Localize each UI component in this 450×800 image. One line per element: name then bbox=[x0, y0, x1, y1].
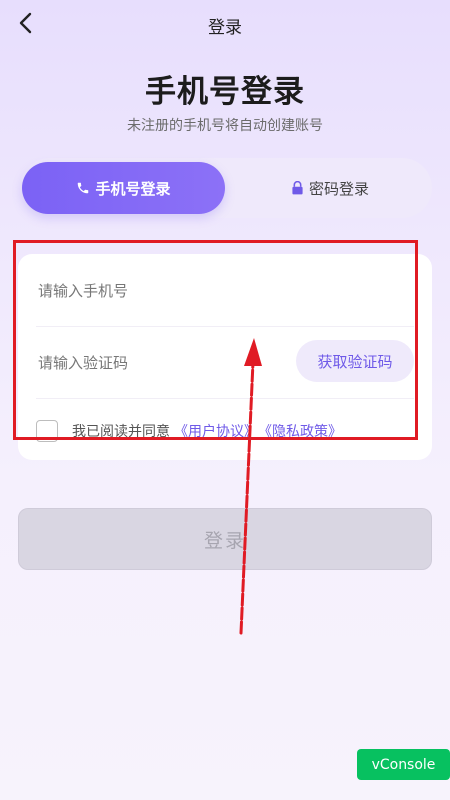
login-method-tabs: 手机号登录 密码登录 bbox=[20, 158, 432, 218]
get-code-button[interactable]: 获取验证码 bbox=[296, 340, 414, 382]
login-button[interactable]: 登录 bbox=[18, 508, 432, 570]
agreement-row: 我已阅读并同意 《用户协议》 《隐私政策》 bbox=[36, 418, 342, 444]
page-title: 手机号登录 bbox=[145, 74, 305, 110]
privacy-policy-link[interactable]: 《隐私政策》 bbox=[258, 421, 342, 441]
top-nav-bar: 登录 bbox=[0, 0, 450, 48]
tab-password-login[interactable]: 密码登录 bbox=[230, 162, 430, 214]
agreement-checkbox[interactable] bbox=[36, 420, 58, 442]
code-field: 获取验证码 bbox=[36, 326, 414, 400]
phone-field bbox=[36, 254, 414, 328]
login-form-card: 获取验证码 我已阅读并同意 《用户协议》 《隐私政策》 bbox=[18, 254, 432, 460]
user-agreement-link[interactable]: 《用户协议》 bbox=[174, 421, 258, 441]
tab-phone-login[interactable]: 手机号登录 bbox=[22, 162, 225, 214]
page-subtitle: 未注册的手机号将自动创建账号 bbox=[127, 118, 323, 134]
lock-icon bbox=[291, 181, 304, 195]
phone-input[interactable] bbox=[36, 254, 280, 328]
vconsole-button[interactable]: vConsole bbox=[357, 749, 450, 780]
tab-password-login-label: 密码登录 bbox=[308, 179, 369, 198]
phone-icon bbox=[76, 181, 90, 195]
nav-title: 登录 bbox=[208, 18, 242, 38]
agreement-text: 我已阅读并同意 bbox=[72, 424, 170, 440]
verification-code-input[interactable] bbox=[36, 326, 280, 400]
tab-phone-login-label: 手机号登录 bbox=[95, 179, 171, 198]
